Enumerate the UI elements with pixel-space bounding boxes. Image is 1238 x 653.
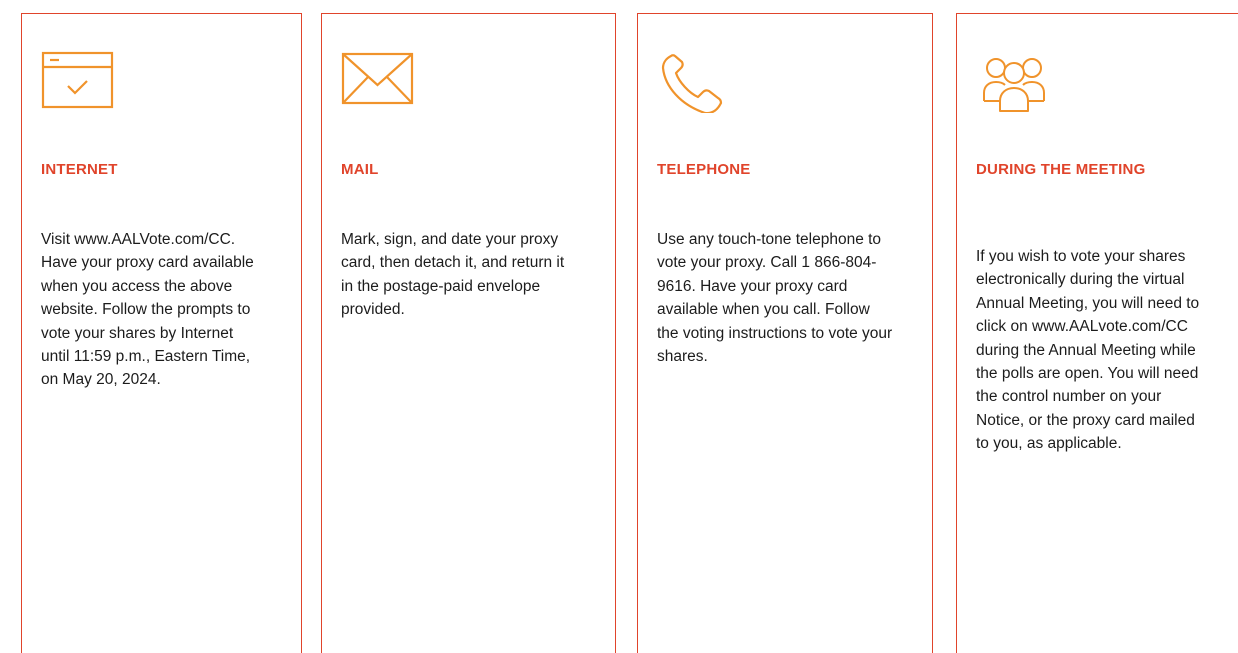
method-description: Mark, sign, and date your proxy card, th… (341, 231, 565, 319)
voting-method-card-meeting: DURING THE MEETING If you wish to vote y… (956, 13, 1238, 653)
method-heading: INTERNET (41, 161, 118, 178)
voting-method-card-telephone: TELEPHONE Use any touch-tone telephone t… (637, 13, 933, 653)
browser-window-check-icon (41, 51, 117, 113)
method-heading: DURING THE MEETING (976, 161, 1146, 178)
voting-method-card-mail: MAIL Mark, sign, and date your proxy car… (321, 13, 616, 653)
envelope-icon (341, 51, 417, 113)
method-heading: TELEPHONE (657, 161, 751, 178)
people-group-icon (976, 51, 1052, 113)
method-heading: MAIL (341, 161, 379, 178)
method-description: Visit www.AALVote.com/CC. Have your prox… (41, 231, 254, 389)
method-description: Use any touch-tone telephone to vote you… (657, 231, 893, 366)
method-description: If you wish to vote your shares electron… (976, 248, 1200, 453)
voting-method-card-internet: INTERNET Visit www.AALVote.com/CC. Have … (21, 13, 302, 653)
telephone-icon (657, 51, 733, 113)
